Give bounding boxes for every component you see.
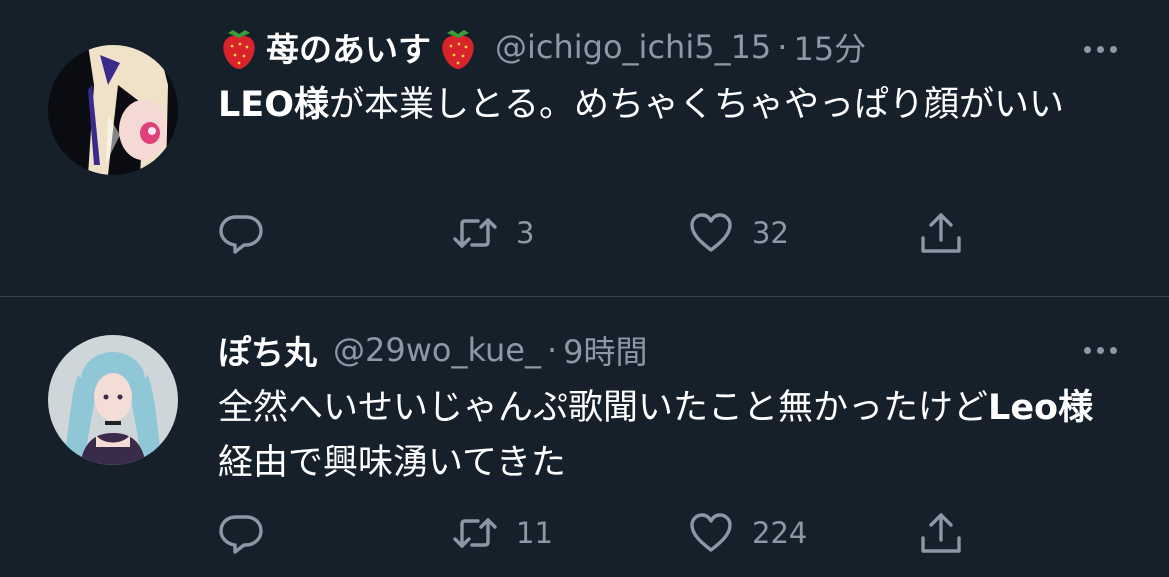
strawberry-icon xyxy=(442,30,474,69)
share-button[interactable] xyxy=(918,508,964,558)
tweet-1[interactable]: 苺のあいす @ichigo_ichi5_15 · 15分 LEO様が本業しとる。… xyxy=(0,0,1169,297)
timestamp[interactable]: 9時間 xyxy=(563,327,647,373)
display-name[interactable]: 苺のあいす xyxy=(218,23,479,71)
share-icon xyxy=(921,213,961,253)
reply-icon xyxy=(219,215,263,254)
tweet-text-rest: 経由で興味湧いてきた xyxy=(218,443,566,483)
strawberry-icon xyxy=(223,30,255,69)
more-icon[interactable] xyxy=(1084,347,1117,354)
tweet-header: ぽち丸 @29wo_kue_ · 9時間 xyxy=(218,325,648,375)
like-icon xyxy=(690,513,732,552)
retweet-icon xyxy=(453,518,497,548)
separator: · xyxy=(546,331,558,369)
tweet-text-pre: 全然へいせいじゃんぷ歌聞いたこと無かったけど xyxy=(218,388,989,428)
tweet-text: 全然へいせいじゃんぷ歌聞いたこと無かったけどLeo様経由で興味湧いてきた xyxy=(218,381,1118,491)
retweet-button[interactable]: 11 xyxy=(452,508,553,558)
avatar[interactable] xyxy=(48,45,178,175)
display-name[interactable]: ぽち丸 xyxy=(218,326,317,374)
separator: · xyxy=(777,28,788,66)
timestamp[interactable]: 15分 xyxy=(793,24,866,70)
mention-bold: LEO様 xyxy=(218,85,329,125)
like-icon xyxy=(690,213,732,252)
like-button[interactable]: 32 xyxy=(688,208,789,258)
share-icon xyxy=(921,513,961,553)
reply-button[interactable] xyxy=(218,208,264,258)
tweet-header: 苺のあいす @ichigo_ichi5_15 · 15分 xyxy=(218,22,866,72)
more-icon[interactable] xyxy=(1084,46,1117,53)
reply-icon xyxy=(219,515,263,554)
tweet-text: LEO様が本業しとる。めちゃくちゃやっぱり顔がいい xyxy=(218,78,1118,133)
like-count: 224 xyxy=(752,516,808,550)
display-name-text: 苺のあいす xyxy=(266,30,431,69)
retweet-icon xyxy=(453,218,497,248)
tweet-2[interactable]: ぽち丸 @29wo_kue_ · 9時間 全然へいせいじゃんぷ歌聞いたこと無かっ… xyxy=(0,297,1169,577)
tweet-text-rest: が本業しとる。めちゃくちゃやっぱり顔がいい xyxy=(328,85,1064,125)
mention-bold: Leo様 xyxy=(988,388,1094,428)
retweet-count: 11 xyxy=(516,516,553,550)
action-bar: 11 224 xyxy=(218,508,978,558)
like-count: 32 xyxy=(752,216,789,250)
action-bar: 3 32 xyxy=(218,208,978,258)
share-button[interactable] xyxy=(918,208,964,258)
avatar[interactable] xyxy=(48,335,178,465)
handle[interactable]: @29wo_kue_ xyxy=(333,331,541,369)
retweet-count: 3 xyxy=(516,216,535,250)
handle[interactable]: @ichigo_ichi5_15 xyxy=(495,28,771,66)
reply-button[interactable] xyxy=(218,508,264,558)
like-button[interactable]: 224 xyxy=(688,508,807,558)
retweet-button[interactable]: 3 xyxy=(452,208,534,258)
